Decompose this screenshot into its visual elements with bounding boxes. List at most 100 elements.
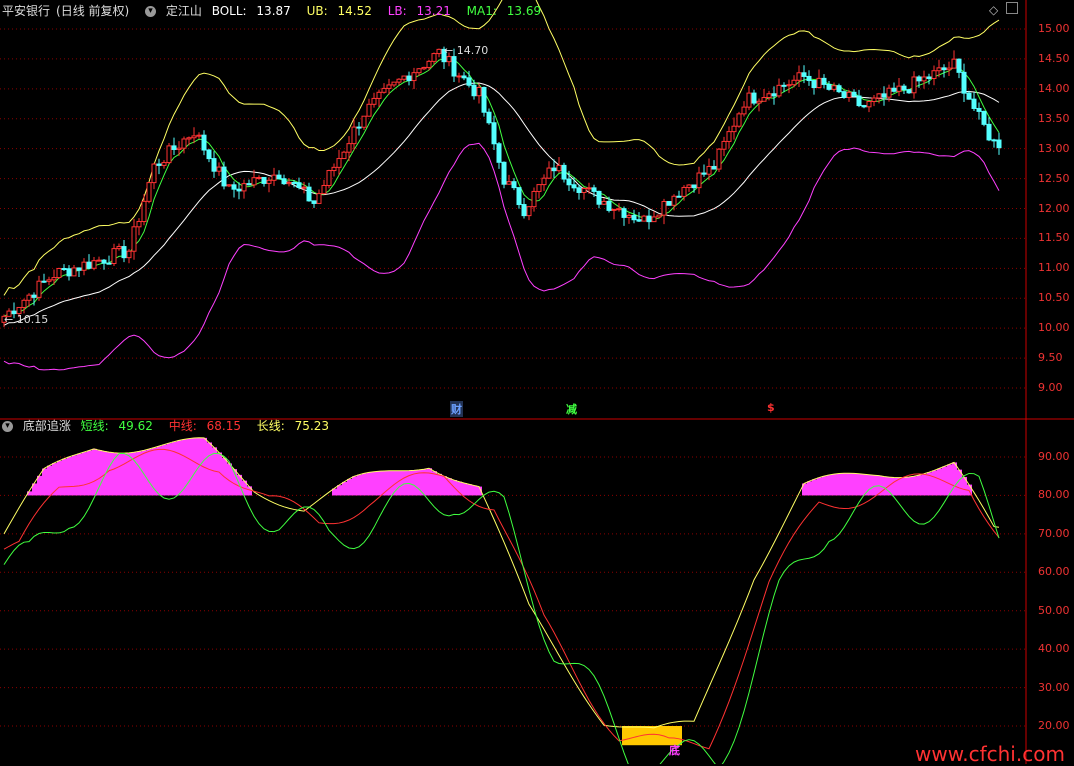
indicator-bar: [847, 473, 852, 496]
candle: [501, 161, 507, 189]
candle: [561, 162, 567, 183]
dividend-event-mark[interactable]: $: [766, 401, 776, 414]
indicator-bar: [72, 455, 77, 496]
finance-event-mark[interactable]: 财: [450, 401, 463, 417]
indicator-bar: [832, 474, 837, 496]
candle: [51, 269, 57, 285]
indicator-bar: [147, 449, 152, 496]
indicator-bar: [152, 447, 157, 496]
indicator-bar: [932, 470, 937, 496]
candle: [76, 267, 82, 277]
candle: [216, 162, 222, 176]
indicator-bar: [67, 456, 72, 496]
candle: [321, 179, 327, 195]
indicator-bar: [52, 463, 57, 496]
sub-indicator-name[interactable]: 底部追涨: [23, 419, 71, 433]
chart-frame: [0, 0, 1074, 764]
candle: [401, 75, 407, 82]
candle: [271, 167, 277, 186]
candle: [516, 187, 522, 209]
indicator-bar: [177, 440, 182, 496]
indicator-bar: [817, 477, 822, 496]
candle: [101, 259, 107, 270]
candle: [866, 100, 872, 113]
candle: [56, 267, 62, 280]
diamond-icon[interactable]: ◇: [989, 3, 998, 17]
main-header: 平安银行 (日线 前复权) ▾ 定江山 BOLL: 13.87 UB: 14.52…: [2, 3, 553, 19]
candle: [66, 265, 72, 281]
reduce-event-mark[interactable]: 减: [565, 401, 578, 417]
candle: [581, 186, 587, 200]
indicator-bar: [427, 468, 432, 496]
candle: [81, 258, 87, 276]
candle: [316, 189, 322, 204]
indicator-name[interactable]: 定江山: [166, 4, 202, 18]
candle: [651, 211, 657, 223]
candle: [871, 95, 877, 107]
candle: [201, 130, 207, 156]
indicator-menu-icon[interactable]: ▾: [145, 6, 157, 17]
indicator-bar: [362, 473, 367, 496]
candle: [596, 190, 602, 209]
indicator-bar: [822, 476, 827, 496]
candle: [731, 117, 737, 140]
candle: [906, 89, 912, 94]
indicator-bar: [402, 470, 407, 496]
candle: [711, 160, 717, 170]
watermark: www.cfchi.com: [915, 742, 1065, 766]
candle: [231, 181, 237, 198]
indicator-bar: [187, 438, 192, 496]
candle: [461, 71, 467, 81]
indicator-bar: [902, 477, 907, 496]
indicator-bar: [872, 475, 877, 496]
indicator-bar: [87, 450, 92, 496]
indicator-bar: [457, 481, 462, 496]
candle: [986, 117, 992, 142]
price-tick-label: 9.50: [1038, 351, 1063, 365]
indicator-bar: [857, 473, 862, 496]
indicator-bar: [882, 476, 887, 496]
candle: [166, 143, 172, 165]
candle: [226, 184, 232, 188]
candle: [721, 136, 727, 157]
candle: [626, 213, 632, 224]
candle: [826, 81, 832, 91]
indicator-bar: [382, 470, 387, 496]
indicator-bar: [162, 444, 167, 496]
sub-indicator-menu-icon[interactable]: ▾: [2, 421, 13, 432]
price-tick-label: 12.00: [1038, 201, 1070, 215]
candle: [806, 70, 812, 86]
candle: [621, 206, 627, 226]
indicator-bar: [867, 474, 872, 496]
indicator-bar: [917, 475, 922, 496]
bottom-signal-mark: 底: [669, 744, 680, 757]
indicator-chart[interactable]: [3, 437, 1000, 764]
candle: [266, 177, 272, 193]
candle: [556, 157, 562, 173]
candle: [411, 67, 417, 90]
indicator-bar: [937, 468, 942, 496]
indicator-bar: [57, 460, 62, 496]
indicator-bar: [127, 452, 132, 496]
candle: [851, 89, 857, 97]
indicator-bar: [157, 446, 162, 496]
indicator-bar: [42, 468, 47, 496]
low-price-annotation: ← 10.15: [4, 313, 49, 326]
indicator-bar: [812, 479, 817, 496]
candle: [421, 66, 427, 71]
candle: [381, 83, 387, 94]
ub-readout: UB: 14.52: [306, 4, 372, 18]
indicator-bar: [92, 448, 97, 496]
price-chart[interactable]: [1, 0, 1002, 371]
candle: [121, 239, 127, 263]
price-tick-label: 9.00: [1038, 381, 1063, 394]
price-tick-label: 14.00: [1038, 81, 1070, 95]
price-tick-label: 12.50: [1038, 171, 1070, 185]
stock-name[interactable]: 平安银行 (日线 前复权): [2, 4, 135, 18]
candle: [736, 111, 742, 128]
candle: [701, 164, 707, 177]
candle: [241, 179, 247, 199]
candle: [496, 141, 502, 169]
candle: [676, 190, 682, 198]
panel-close-icon[interactable]: [1006, 2, 1018, 14]
